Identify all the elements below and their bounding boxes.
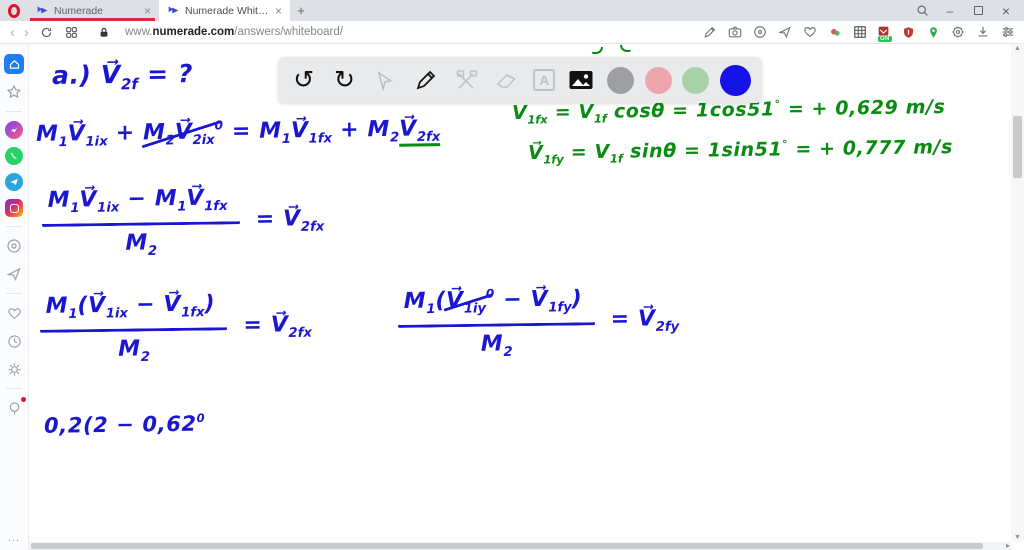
scroll-down-icon[interactable]: ▼ — [1011, 534, 1024, 541]
new-tab-button[interactable]: + — [290, 0, 312, 21]
restore-button[interactable] — [964, 0, 992, 21]
address-bar-actions: ON — [702, 24, 1016, 42]
back-icon[interactable]: ‹ — [10, 25, 15, 40]
search-icon[interactable] — [908, 0, 936, 21]
color-swatch-green[interactable] — [682, 66, 710, 94]
label-a: a.) V⃗2f = ? — [51, 59, 194, 94]
download-icon[interactable] — [975, 24, 991, 40]
extension-on-icon[interactable]: ON — [877, 25, 892, 42]
snapshot-camera-icon[interactable] — [727, 24, 743, 40]
opera-logo[interactable] — [0, 0, 28, 21]
likes-heart-icon[interactable] — [4, 303, 24, 323]
pen-tool[interactable] — [411, 65, 441, 95]
partial-calc: 0,2(2 − 0,620 — [43, 410, 206, 438]
tab-numerade[interactable]: Numerade × — [28, 0, 159, 21]
bookmarks-star-icon[interactable] — [4, 82, 24, 102]
sheets-grid-icon[interactable] — [852, 24, 868, 40]
opera-o-icon — [8, 3, 20, 18]
numerade-favicon — [37, 6, 48, 14]
frac-v2fy-factored: M1(V⃗1iy0 − V⃗1fy) M2 = V⃗2fy — [397, 284, 680, 361]
whiteboard-toolbar: ↺ ↻ A — [278, 57, 762, 103]
horizontal-scrollbar[interactable]: ▸ — [29, 541, 1011, 550]
page-badge-icon[interactable] — [752, 24, 768, 40]
eq-momentum-x: M1V⃗1ix + M2V⃗2ix0 = M1V⃗1fx + M2V⃗2fx — [35, 116, 441, 151]
select-cursor-tool[interactable] — [370, 65, 400, 95]
lock-icon[interactable] — [96, 24, 112, 40]
opera-sidebar: ... — [0, 44, 29, 550]
address-bar: ‹ › www.numerade.com/answers/whiteboard/ — [0, 21, 1024, 44]
vertical-scrollbar[interactable]: ▲ ▼ — [1011, 44, 1024, 542]
frac-v2fx-expanded: M1V⃗1ix − M1V⃗1fx M2 = V⃗2fx — [41, 184, 325, 260]
vertical-scroll-thumb[interactable] — [1013, 116, 1022, 178]
tab-title: Numerade — [54, 4, 104, 17]
speed-dial-tiles-icon[interactable] — [63, 24, 79, 40]
shapes-tool[interactable] — [452, 65, 482, 95]
edit-page-icon[interactable] — [702, 24, 718, 40]
color-swatch-pink[interactable] — [644, 66, 672, 94]
settings-gear-icon[interactable] — [4, 359, 24, 379]
reload-icon[interactable] — [38, 24, 54, 40]
telegram-icon[interactable] — [5, 173, 23, 191]
shield-extension-icon[interactable] — [900, 24, 916, 40]
whatsapp-icon[interactable] — [5, 147, 23, 165]
tab-numerade-whiteboard[interactable]: Numerade Whiteboard × — [159, 0, 290, 21]
instagram-icon[interactable] — [5, 199, 23, 217]
forward-icon[interactable]: › — [24, 25, 29, 40]
send-to-flow-icon[interactable] — [777, 24, 793, 40]
player-icon[interactable] — [4, 236, 24, 256]
settings-gear-icon[interactable] — [950, 24, 966, 40]
scroll-right-icon[interactable]: ▸ — [1006, 541, 1010, 550]
color-swatch-blue[interactable] — [720, 64, 752, 96]
horizontal-scroll-thumb[interactable] — [31, 543, 983, 549]
insert-image-tool[interactable] — [566, 65, 596, 95]
scroll-up-icon[interactable]: ▲ — [1011, 45, 1024, 52]
tab-title: Numerade Whiteboard — [185, 4, 270, 17]
url-field[interactable]: www.numerade.com/answers/whiteboard/ — [125, 26, 693, 38]
frac-v2fx-factored: M1(V⃗1ix − V⃗1fx) M2 = V⃗2fx — [39, 290, 313, 366]
whiteboard-canvas[interactable]: a.) V⃗2f = ? M1V⃗1ix + M2V⃗2ix0 = M1V⃗1fx… — [29, 44, 1011, 550]
bookmark-heart-icon[interactable] — [802, 24, 818, 40]
sidebar-overflow-button[interactable]: ... — [8, 532, 20, 544]
tab-close-icon[interactable]: × — [275, 4, 282, 18]
numerade-favicon — [168, 6, 179, 14]
green-v1fy: V⃗1fy = V1f sinθ = 1sin51° = + 0,777 m/s — [527, 136, 954, 167]
undo-button[interactable]: ↺ — [289, 65, 319, 95]
extension-flower-icon[interactable] — [827, 24, 843, 40]
close-button[interactable]: × — [992, 0, 1020, 21]
tab-bar: Numerade × Numerade Whiteboard × + – × — [0, 0, 1024, 21]
maps-pin-icon[interactable] — [925, 24, 941, 40]
window-controls: – × — [908, 0, 1024, 21]
text-tool[interactable]: A — [533, 69, 556, 91]
messenger-icon[interactable] — [5, 121, 23, 139]
color-swatch-gray[interactable] — [606, 66, 634, 94]
assistant-icon[interactable] — [4, 397, 26, 418]
notification-dot — [21, 397, 26, 402]
redo-button[interactable]: ↻ — [330, 65, 360, 95]
minimize-button[interactable]: – — [936, 0, 964, 21]
speed-dial-home-icon[interactable] — [4, 54, 24, 74]
history-clock-icon[interactable] — [4, 331, 24, 351]
tab-close-icon[interactable]: × — [144, 4, 151, 18]
my-flow-icon[interactable] — [4, 264, 24, 284]
eraser-tool[interactable] — [493, 65, 523, 95]
tune-sliders-icon[interactable] — [1000, 24, 1016, 40]
extension-on-badge: ON — [878, 36, 892, 42]
